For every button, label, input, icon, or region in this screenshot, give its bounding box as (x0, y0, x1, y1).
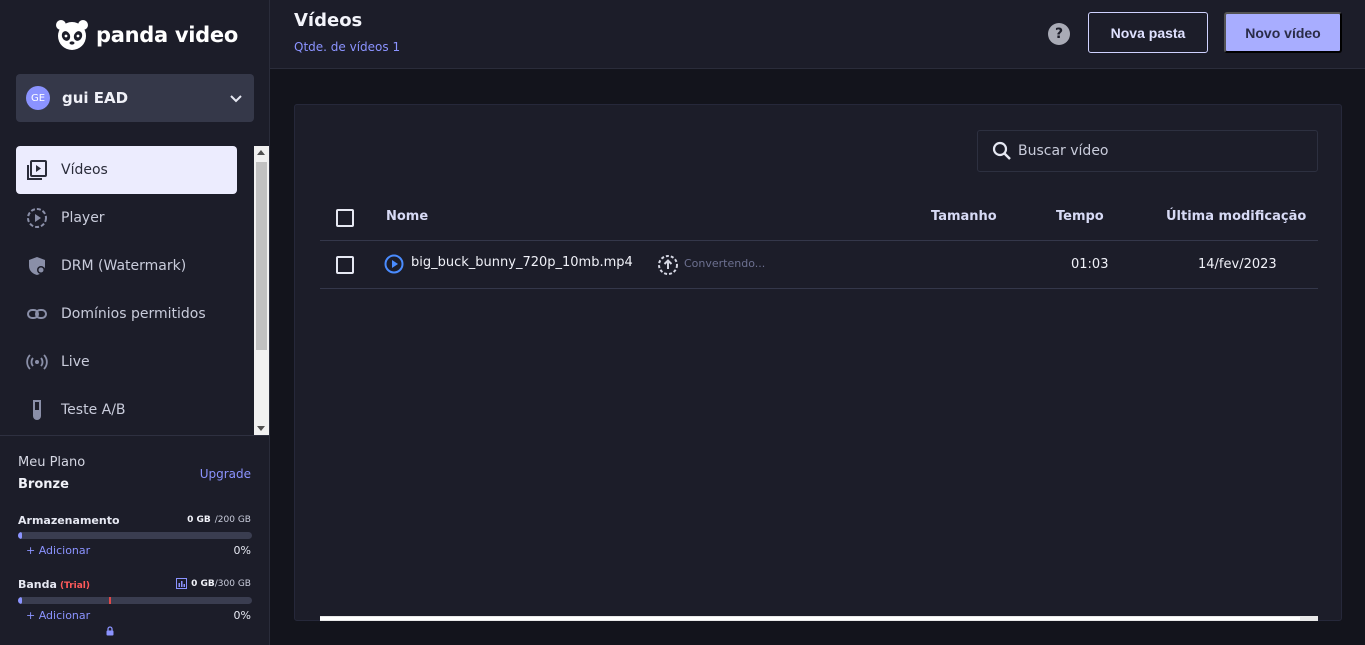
sidebar-scrollbar[interactable] (254, 146, 269, 435)
storage-bar (18, 532, 252, 539)
link-icon (26, 303, 48, 325)
brand-name: panda video (96, 23, 238, 47)
search-input[interactable] (1018, 143, 1298, 159)
upgrade-link[interactable]: Upgrade (200, 467, 251, 481)
column-name[interactable]: Nome (386, 209, 428, 224)
scrollbar-thumb[interactable] (256, 162, 267, 350)
lock-icon (106, 626, 114, 636)
video-file-name[interactable]: big_buck_bunny_720p_10mb.mp4 (411, 255, 633, 270)
storage-title: Armazenamento (18, 514, 120, 527)
bandwidth-title-text: Banda (18, 578, 57, 591)
trial-limit-marker (109, 597, 112, 604)
sidebar-item-label: Player (61, 210, 105, 226)
sidebar-item-drm[interactable]: DRM (Watermark) (16, 242, 237, 290)
video-duration: 01:03 (1071, 257, 1109, 272)
page-title: Vídeos (294, 10, 363, 31)
sidebar-item-player[interactable]: Player (16, 194, 237, 242)
horizontal-scrollbar-thumb[interactable] (320, 617, 1300, 620)
table-horizontal-scrollbar[interactable] (320, 616, 1318, 621)
help-icon[interactable]: ? (1048, 23, 1070, 45)
table-header: Nome Tamanho Tempo Última modificação (320, 193, 1318, 241)
broadcast-icon (26, 351, 48, 373)
sidebar-item-label: DRM (Watermark) (61, 258, 187, 274)
column-time[interactable]: Tempo (1056, 209, 1104, 224)
videos-card: Nome Tamanho Tempo Última modificação bi… (294, 104, 1342, 621)
storage-used: 0 GB (187, 515, 211, 525)
storage-value: 0 GB/200 GB (187, 515, 251, 525)
plan-name: Bronze (18, 477, 69, 492)
bandwidth-value: 0 GB/300 GB (176, 578, 251, 589)
bandwidth-title: Banda (Trial) (18, 578, 90, 591)
play-circle-icon (26, 207, 48, 229)
brand-logo[interactable]: panda video (54, 16, 238, 54)
sidebar-item-live[interactable]: Live (16, 338, 237, 386)
plan-label: Meu Plano (18, 455, 86, 470)
storage-total: /200 GB (214, 515, 251, 525)
select-all-checkbox[interactable] (336, 209, 354, 227)
page-header: Vídeos Qtde. de vídeos 1 ? Nova pasta No… (270, 0, 1365, 69)
table-row[interactable]: big_buck_bunny_720p_10mb.mp4 Convertendo… (320, 242, 1318, 289)
sidebar-item-ab-test[interactable]: Teste A/B (16, 386, 237, 434)
video-count: Qtde. de vídeos 1 (294, 40, 401, 54)
trial-badge: (Trial) (59, 581, 90, 591)
plan-panel: Meu Plano Bronze Upgrade Armazenamento 0… (0, 435, 269, 645)
column-size[interactable]: Tamanho (931, 209, 997, 224)
sidebar-item-videos[interactable]: Vídeos (16, 146, 237, 194)
bandwidth-add-link[interactable]: + Adicionar (26, 609, 90, 622)
bandwidth-percent: 0% (233, 609, 251, 622)
converting-upload-icon (658, 255, 678, 275)
scroll-up-icon[interactable] (257, 150, 265, 155)
new-folder-button[interactable]: Nova pasta (1088, 12, 1208, 53)
sidebar: panda video GE gui EAD Vídeos Player DRM… (0, 0, 270, 645)
storage-bar-fill (18, 532, 22, 539)
search-icon (992, 141, 1011, 160)
converting-status: Convertendo... (684, 257, 766, 270)
chevron-down-icon (230, 95, 242, 103)
video-library-icon (26, 159, 48, 181)
bandwidth-total: /300 GB (214, 578, 251, 589)
account-name: gui EAD (62, 89, 129, 107)
sidebar-item-label: Domínios permitidos (61, 306, 206, 322)
storage-percent: 0% (233, 544, 251, 557)
sidebar-item-label: Teste A/B (61, 402, 126, 418)
sidebar-item-label: Vídeos (61, 162, 108, 178)
bandwidth-used: 0 GB (191, 578, 215, 589)
bar-chart-icon (176, 578, 188, 589)
panda-logo-icon (56, 20, 88, 50)
sidebar-item-label: Live (61, 354, 90, 370)
video-modified-date: 14/fev/2023 (1198, 257, 1277, 272)
account-switcher[interactable]: GE gui EAD (16, 74, 254, 122)
shield-drm-icon (26, 255, 48, 277)
play-icon[interactable] (384, 254, 404, 274)
bandwidth-bar-fill (18, 597, 22, 604)
scroll-down-icon[interactable] (257, 426, 265, 431)
new-video-button[interactable]: Novo vídeo (1224, 12, 1342, 53)
bandwidth-bar (18, 597, 252, 604)
row-checkbox[interactable] (336, 256, 354, 274)
test-tube-icon (26, 399, 48, 421)
sidebar-nav: Vídeos Player DRM (Watermark) Domínios p… (0, 146, 254, 434)
storage-add-link[interactable]: + Adicionar (26, 544, 90, 557)
sidebar-item-domains[interactable]: Domínios permitidos (16, 290, 237, 338)
search-box[interactable] (977, 130, 1318, 172)
column-modified[interactable]: Última modificação (1166, 209, 1306, 224)
account-avatar: GE (26, 86, 50, 110)
